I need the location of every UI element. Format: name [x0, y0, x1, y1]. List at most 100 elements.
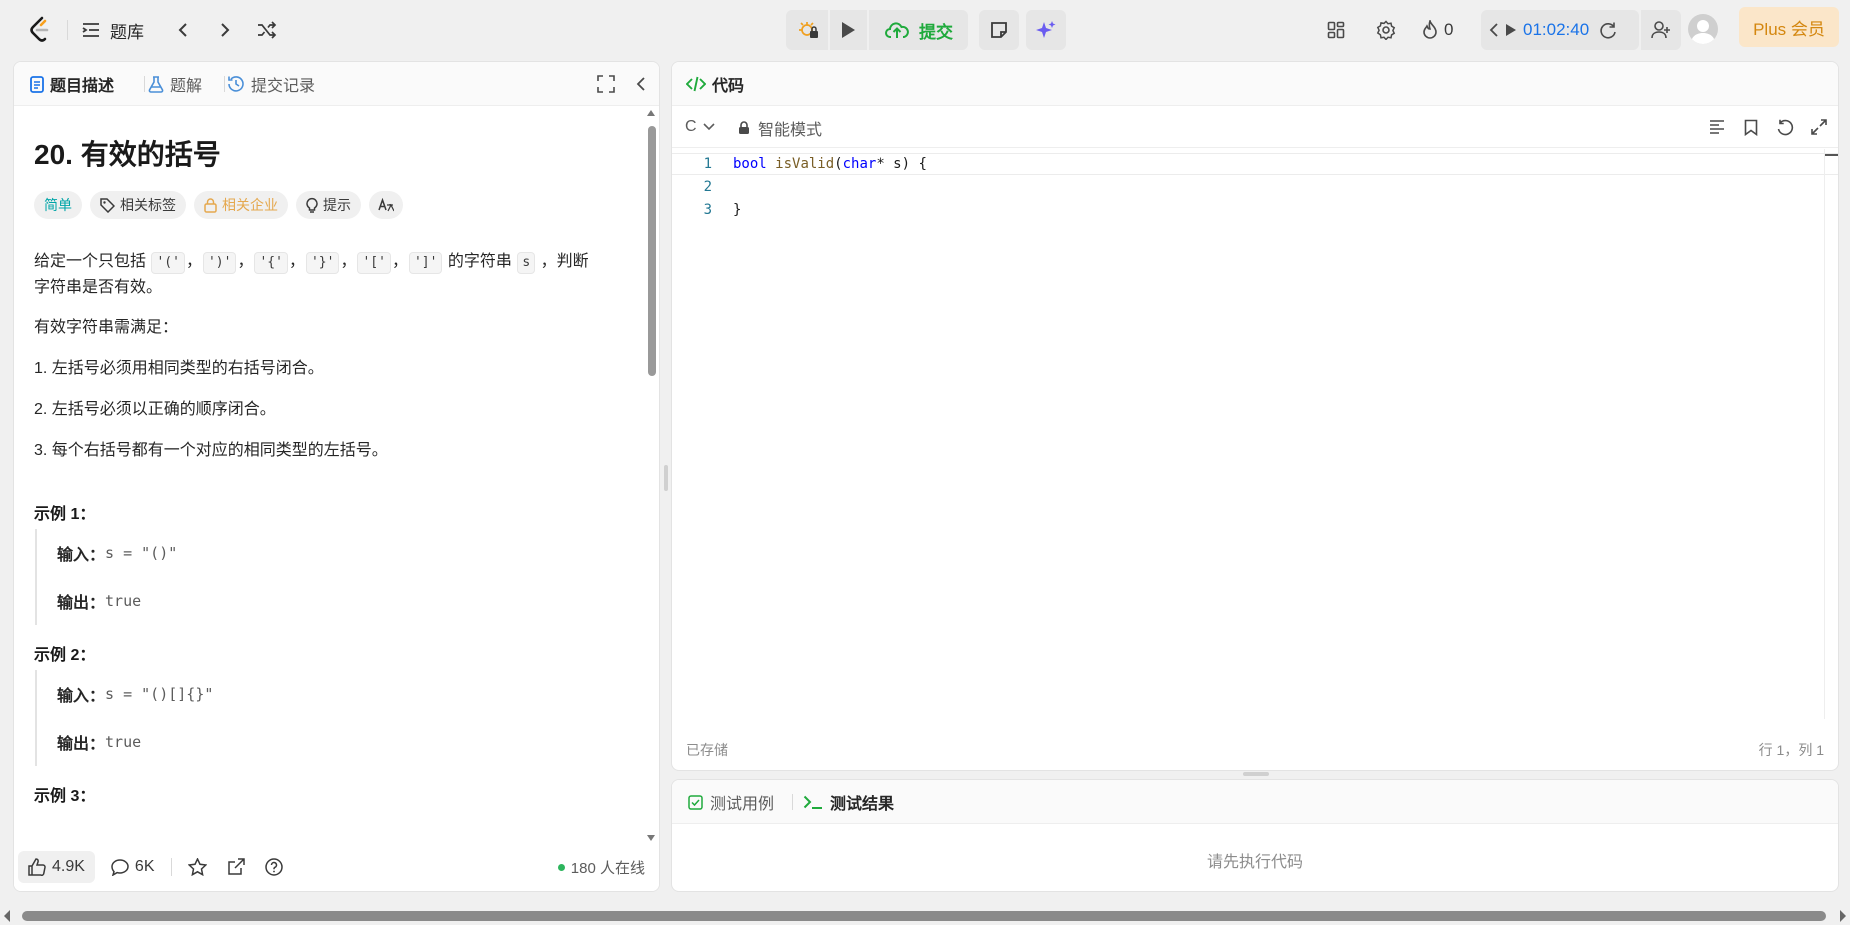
leetcode-logo-icon[interactable]: [24, 12, 56, 48]
streak-counter[interactable]: 0: [1422, 16, 1453, 44]
random-problem-button[interactable]: [252, 15, 282, 45]
lightbulb-icon: [306, 197, 318, 213]
layout-button[interactable]: [1320, 14, 1352, 46]
external-link-icon: [227, 858, 245, 876]
output-label: 输出：: [57, 736, 106, 753]
output-value: true: [105, 592, 142, 610]
example-title: 示例 3：: [34, 788, 96, 805]
plus-member-button[interactable]: Plus 会员: [1739, 7, 1839, 47]
scroll-left-arrow[interactable]: [4, 910, 10, 922]
sparkle-icon: [1036, 20, 1056, 40]
timer-play-icon[interactable]: [1505, 23, 1517, 37]
page-horizontal-scrollbar[interactable]: [0, 903, 1850, 925]
language-label: C: [685, 118, 697, 135]
timer-display: 01:02:40: [1523, 20, 1590, 39]
tab-test-results[interactable]: 测试结果: [803, 780, 894, 824]
collapse-panel-button[interactable]: [636, 76, 646, 92]
editor-resize-handle[interactable]: [1243, 772, 1269, 776]
reset-code-button[interactable]: [1770, 114, 1800, 140]
problem-content[interactable]: 20. 有效的括号 简单 相关标签 相关企业 提示 给定一个只包括 '('， '): [14, 107, 648, 843]
related-companies-button[interactable]: 相关企业: [194, 191, 288, 219]
next-problem-button[interactable]: [210, 15, 240, 45]
scroll-thumb[interactable]: [22, 911, 1826, 921]
problem-scrollbar[interactable]: [645, 108, 657, 843]
example-block: 输入： s = "()" 输出： true: [35, 529, 595, 625]
related-tags-label: 相关标签: [120, 197, 176, 213]
submit-button[interactable]: 提交: [869, 10, 969, 50]
tab-description[interactable]: 题目描述: [30, 62, 114, 106]
undo-icon: [1777, 119, 1794, 136]
test-result-placeholder: 请先执行代码: [1206, 854, 1303, 871]
translate-button[interactable]: [369, 191, 403, 219]
editor-tools: [1702, 114, 1834, 140]
maximize-icon: [1811, 119, 1827, 135]
code-panel-header: 代码: [672, 62, 1838, 106]
scroll-up-arrow[interactable]: [647, 110, 655, 116]
group-divider: [828, 10, 830, 50]
translate-icon: [378, 198, 394, 212]
tab-description-label: 题目描述: [50, 78, 115, 95]
tab-submissions[interactable]: 提交记录: [227, 62, 315, 106]
timer-collapse-button[interactable]: [1489, 23, 1499, 37]
keyword-token: bool: [733, 156, 767, 172]
submit-label: 提交: [919, 22, 953, 42]
list-icon: [82, 22, 100, 38]
help-button[interactable]: [255, 851, 293, 883]
run-button[interactable]: [832, 14, 864, 46]
line-number: 3: [703, 202, 712, 218]
invite-button[interactable]: [1641, 10, 1681, 50]
timer-widget: 01:02:40: [1481, 10, 1639, 50]
debug-button[interactable]: [793, 14, 825, 46]
tab-divider: [144, 76, 145, 92]
chevron-down-icon: [702, 123, 715, 131]
note-icon: [990, 21, 1008, 39]
code-panel: 代码 C 智能模式 1 bool isValid(char* s) { 2 3 …: [671, 61, 1839, 771]
problem-panel-header: 题目描述 题解 提交记录: [14, 62, 659, 106]
hint-button[interactable]: 提示: [296, 191, 361, 219]
scroll-down-arrow[interactable]: [647, 835, 655, 841]
favorite-button[interactable]: [178, 851, 217, 883]
rules-heading: 有效字符串需满足：: [34, 319, 179, 336]
bookmark-button[interactable]: [1736, 114, 1766, 140]
like-button[interactable]: 4.9K: [18, 851, 95, 883]
scroll-right-arrow[interactable]: [1840, 910, 1846, 922]
problem-footer: 4.9K 6K 180 人在线: [14, 843, 659, 891]
tag-icon: [100, 197, 115, 213]
online-label: 180 人在线: [570, 860, 645, 877]
code-editor[interactable]: 1 bool isValid(char* s) { 2 3 }: [672, 149, 1838, 719]
panel-resize-handle[interactable]: [664, 465, 668, 491]
format-button[interactable]: [1702, 114, 1732, 140]
problem-list-button[interactable]: 题库: [82, 16, 144, 44]
streak-count: 0: [1444, 20, 1454, 39]
tab-testcases[interactable]: 测试用例: [688, 780, 774, 824]
scroll-thumb[interactable]: [648, 126, 656, 376]
play-icon: [840, 21, 856, 39]
ai-assistant-button[interactable]: [1026, 10, 1066, 50]
prev-problem-button[interactable]: [168, 15, 198, 45]
example-output: 输出： true: [57, 718, 595, 766]
editor-overview-ruler[interactable]: [1824, 149, 1838, 719]
code-text: bool isValid(char* s) {: [733, 156, 927, 172]
related-tags-button[interactable]: 相关标签: [90, 191, 186, 219]
settings-button[interactable]: [1370, 14, 1402, 46]
language-select[interactable]: C: [685, 118, 715, 136]
input-label: 输入：: [57, 688, 106, 705]
problem-description: 给定一个只包括 '('， ')'， '{'， '}'， '['， ']' 的字符串 s ，…: [34, 252, 589, 296]
notes-button[interactable]: [979, 10, 1019, 50]
cloud-upload-icon: [885, 21, 909, 39]
comments-button[interactable]: 6K: [101, 851, 165, 883]
like-count: 4.9K: [52, 858, 85, 875]
editor-fullscreen-button[interactable]: [1804, 114, 1834, 140]
cursor-position: 行 1，列 1: [1758, 742, 1824, 758]
problem-title: 20. 有效的括号: [34, 139, 221, 170]
smart-mode-toggle[interactable]: 智能模式: [738, 116, 822, 140]
example-title: 示例 1：: [34, 506, 96, 523]
share-button[interactable]: [217, 851, 255, 883]
avatar[interactable]: [1688, 14, 1718, 44]
timer-reset-icon[interactable]: [1599, 21, 1617, 39]
chevron-right-icon: [219, 22, 231, 38]
star-icon: [187, 858, 207, 876]
fullscreen-button[interactable]: [597, 75, 615, 93]
tab-solutions[interactable]: 题解: [148, 62, 202, 106]
param-token: * s) {: [876, 156, 927, 172]
